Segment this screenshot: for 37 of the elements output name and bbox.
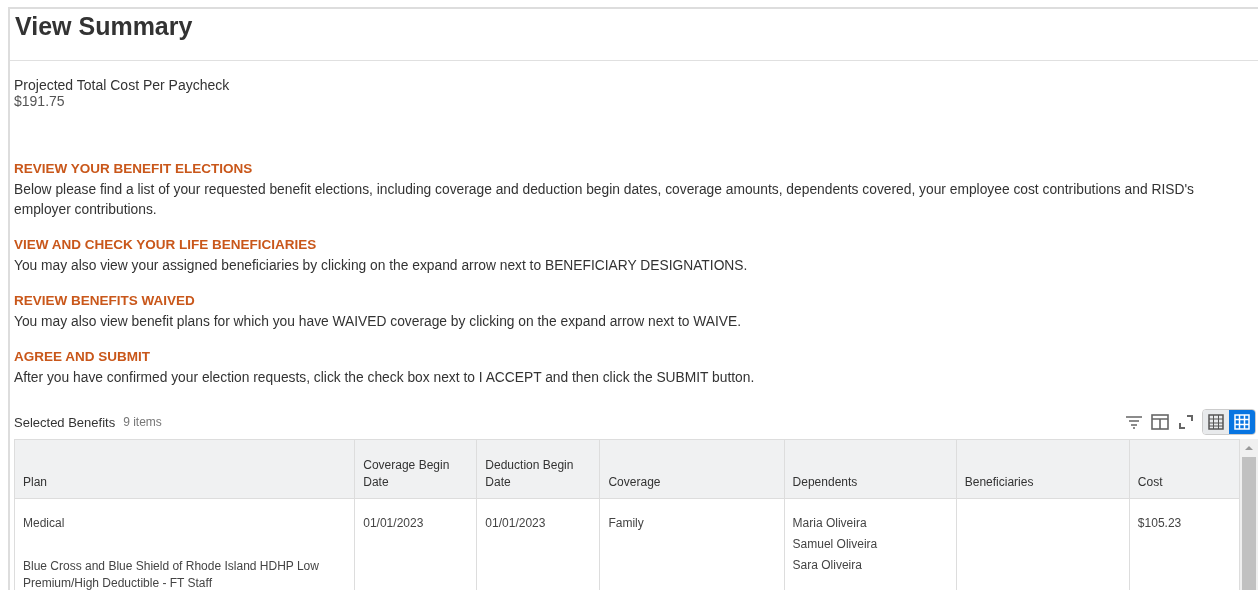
table-cell-text: Medical xyxy=(23,515,66,532)
section-heading: VIEW AND CHECK YOUR LIFE BENEFICIARIES xyxy=(14,237,318,253)
section-text: After you have confirmed your election requests, click the check box next to I ACCEPT and then click the SUBMIT button. xyxy=(14,369,756,387)
column-header[interactable]: Coverage Begin Date xyxy=(354,439,477,499)
table-cell-text: $105.23 xyxy=(1137,515,1183,532)
cost-value: $191.75 xyxy=(14,93,66,109)
columns-icon[interactable] xyxy=(1150,412,1170,432)
column-header[interactable]: Cost xyxy=(1129,439,1240,499)
column-header[interactable]: Dependents xyxy=(784,439,957,499)
view-toggle[interactable] xyxy=(1229,410,1255,434)
column-header[interactable]: Deduction Begin Date xyxy=(476,439,600,499)
table-cell-text: Blue Cross and Blue Shield of Rhode Island HDHP Low Premium/High Deductible - FT Staff xyxy=(23,558,320,590)
dependent-name: Maria Oliveira xyxy=(792,515,868,532)
scrollbar[interactable] xyxy=(1240,439,1258,590)
item-count: 9 items xyxy=(123,415,162,429)
scroll-up-icon[interactable] xyxy=(1244,445,1254,451)
table-cell-text: 01/01/2023 xyxy=(363,515,425,532)
column-header[interactable]: Beneficiaries xyxy=(956,439,1130,499)
expand-icon[interactable] xyxy=(1176,412,1196,432)
table-cell-text: Family xyxy=(608,515,645,532)
column-header[interactable]: Coverage xyxy=(599,439,785,499)
column-header[interactable]: Plan xyxy=(14,439,355,499)
section-heading: REVIEW BENEFITS WAIVED xyxy=(14,293,196,309)
dependent-name: Samuel Oliveira xyxy=(792,536,879,553)
section-heading: REVIEW YOUR BENEFIT ELECTIONS xyxy=(14,161,254,177)
section-text: Below please find a list of your requested benefit elections, including coverage and deduction begin dates, coverage amounts, dependents covered, your employee cost contributions and RISD's employer contributions. xyxy=(14,181,1195,219)
section-text: You may also view benefit plans for which you have WAIVED coverage by clicking on the expand arrow next to WAIVE. xyxy=(14,313,742,331)
view-toggle[interactable] xyxy=(1203,410,1229,434)
dependent-name: Sara Oliveira xyxy=(792,557,863,574)
grid-view-icon xyxy=(1234,414,1250,430)
page-title: View Summary xyxy=(15,11,194,41)
cost-label: Projected Total Cost Per Paycheck xyxy=(14,77,231,93)
section-heading: AGREE AND SUBMIT xyxy=(14,349,151,365)
table-view-icon xyxy=(1208,414,1224,430)
table-cell-text: 01/01/2023 xyxy=(485,515,547,532)
table-title: Selected Benefits xyxy=(14,414,116,430)
section-text: You may also view your assigned beneficiaries by clicking on the expand arrow next to BENEFICIARY DESIGNATIONS. xyxy=(14,257,749,275)
